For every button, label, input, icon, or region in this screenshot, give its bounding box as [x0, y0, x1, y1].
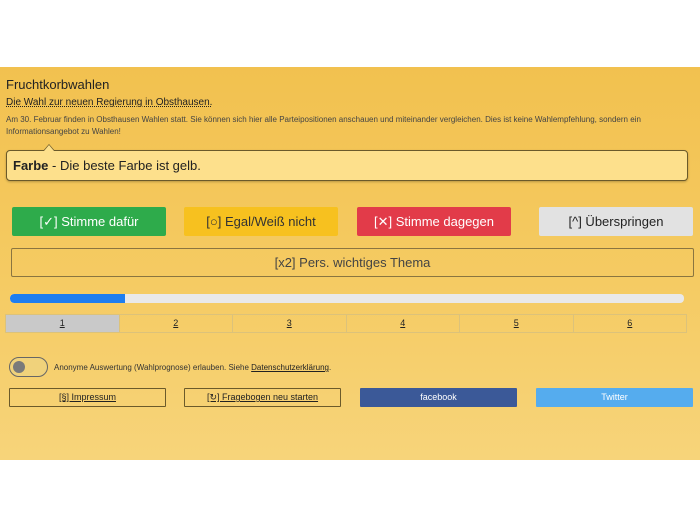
progress-bar: [10, 294, 684, 303]
vote-no-button[interactable]: [✕] Stimme dagegen: [357, 207, 511, 236]
voting-app: Fruchtkorbwahlen Die Wahl zur neuen Regi…: [0, 67, 700, 460]
toggle-knob: [13, 361, 25, 373]
thesis-text: Die beste Farbe ist gelb.: [59, 158, 201, 173]
thesis-separator: -: [48, 158, 60, 173]
thesis-box: Farbe - Die beste Farbe ist gelb.: [6, 144, 688, 181]
twitter-share-button[interactable]: Twitter: [536, 388, 693, 407]
thesis-topic: Farbe: [13, 158, 49, 173]
app-title: Fruchtkorbwahlen: [6, 77, 110, 92]
vote-yes-button[interactable]: [✓] Stimme dafür: [12, 207, 166, 236]
skip-button[interactable]: [^] Überspringen: [539, 207, 693, 236]
app-subtitle: Die Wahl zur neuen Regierung in Obsthaus…: [6, 97, 213, 108]
important-topic-button[interactable]: [x2] Pers. wichtiges Thema: [11, 248, 694, 277]
consent-label: Anonyme Auswertung (Wahlprognose) erlaub…: [54, 363, 252, 372]
page-item-5[interactable]: 5: [460, 314, 574, 333]
privacy-link[interactable]: Datenschutzerklärung: [251, 363, 329, 372]
restart-button[interactable]: [↻] Fragebogen neu starten: [184, 388, 341, 407]
page-item-1[interactable]: 1: [5, 314, 120, 333]
page-item-4[interactable]: 4: [346, 314, 460, 333]
impressum-button[interactable]: [§] Impressum: [9, 388, 166, 407]
page-item-6[interactable]: 6: [573, 314, 687, 333]
facebook-share-button[interactable]: facebook: [360, 388, 517, 407]
page-item-2[interactable]: 2: [119, 314, 233, 333]
question-pager: 123456: [5, 314, 687, 333]
progress-fill: [10, 294, 125, 303]
intro-text: Am 30. Februar finden in Obsthausen Wahl…: [6, 115, 641, 136]
consent-toggle[interactable]: [9, 357, 48, 377]
consent-suffix: .: [328, 363, 332, 372]
vote-neutral-button[interactable]: [○] Egal/Weiß nicht: [184, 207, 338, 236]
consent-text: Anonyme Auswertung (Wahlprognose) erlaub…: [54, 363, 331, 372]
page-item-3[interactable]: 3: [233, 314, 347, 333]
